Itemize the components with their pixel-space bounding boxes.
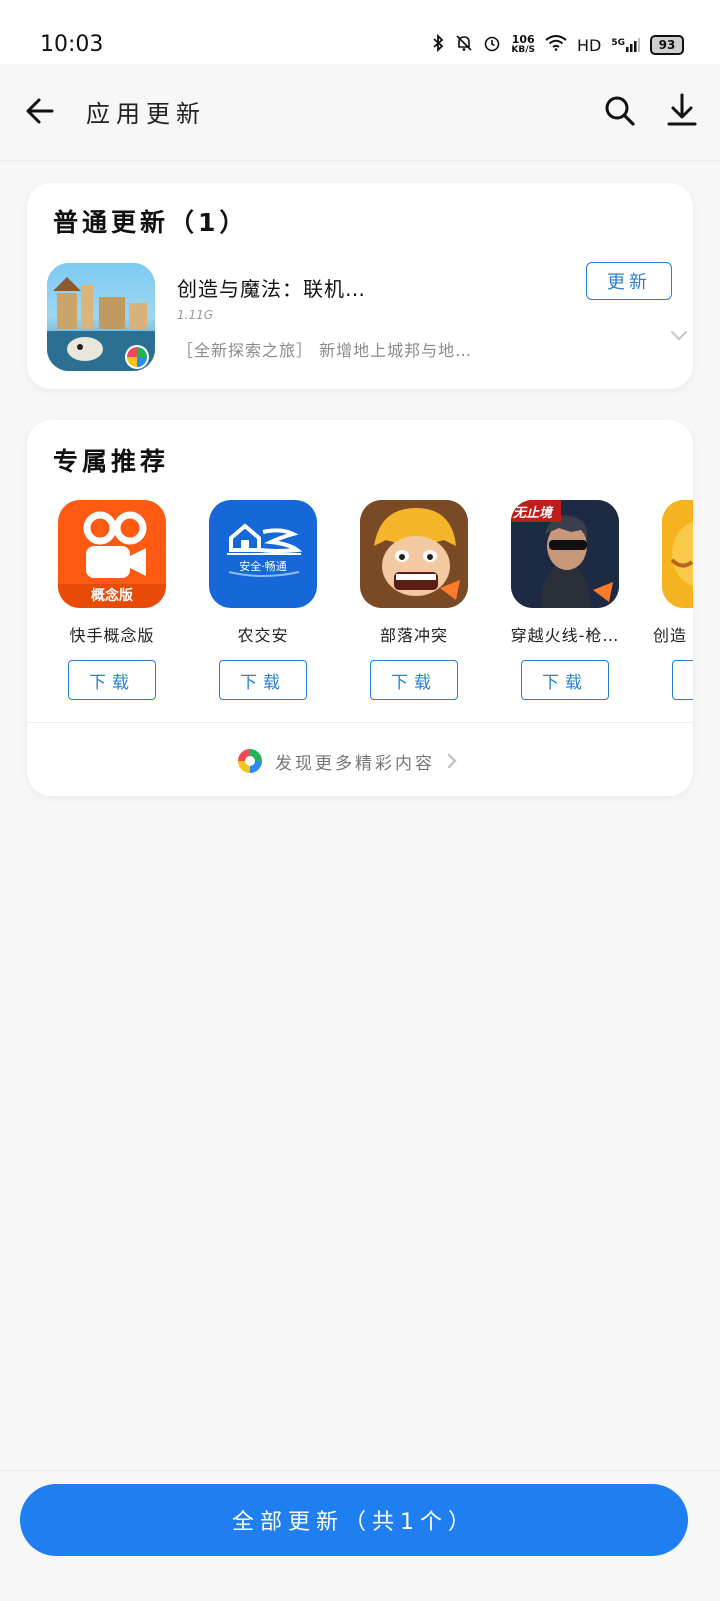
recommend-list[interactable]: 概念版 快手概念版 下载 安全·畅通 农交安 下载 部落冲突 下载 无止境 穿越… <box>27 500 693 700</box>
app-description: ［全新探索之旅］ 新增地上城邦与地… <box>177 341 473 360</box>
updates-card: 普通更新（1） 创造与魔法：联机… 1.11G ［全新探索之旅］ 新增地上城邦与… <box>27 183 693 389</box>
recommend-card: 专属推荐 概念版 快手概念版 下载 安全·畅通 农交安 下载 部落冲突 下载 无… <box>27 420 693 796</box>
status-icons: 106 KB/S HD 5G 93 <box>431 33 684 56</box>
recommend-item-name: 快手概念版 <box>69 626 155 645</box>
bottom-action-bar: 全部更新（共1个） <box>0 1470 720 1601</box>
download-button[interactable]: 下载 <box>370 660 458 700</box>
hd-label: HD <box>576 35 602 55</box>
update-all-button[interactable]: 全部更新（共1个） <box>20 1484 688 1556</box>
icon-badge: 安全·畅通 <box>239 560 287 573</box>
mute-bell-icon <box>455 34 473 56</box>
crossfire-app-icon: 无止境 <box>511 500 619 608</box>
bluetooth-icon <box>431 33 445 56</box>
app-store-logo-icon <box>238 749 262 773</box>
app-name: 创造与魔法：联机… <box>177 277 366 301</box>
app-size: 1.11G <box>177 308 214 322</box>
alarm-icon <box>483 34 501 56</box>
page-title: 应用更新 <box>86 100 206 128</box>
kuaishou-app-icon: 概念版 <box>58 500 166 608</box>
icon-badge: 概念版 <box>91 588 133 604</box>
recommend-item-name: 创造 <box>653 626 688 645</box>
partial-app-icon <box>662 500 693 608</box>
download-manager-button[interactable] <box>666 92 698 128</box>
status-time: 10:03 <box>40 32 104 57</box>
back-button[interactable] <box>24 94 58 128</box>
battery-icon: 93 <box>650 35 684 55</box>
recommend-item-name: 部落冲突 <box>379 626 448 645</box>
search-icon <box>605 96 635 126</box>
arrow-left-icon <box>26 98 54 124</box>
discover-more-label: 发现更多精彩内容 <box>275 753 435 774</box>
updates-section-title: 普通更新（1） <box>53 208 249 237</box>
search-button[interactable] <box>604 94 636 128</box>
chevron-down-icon <box>670 330 688 341</box>
wifi-icon <box>545 35 567 55</box>
download-button[interactable]: 下载 <box>68 660 156 700</box>
download-button[interactable]: 下载 <box>672 660 693 700</box>
update-button[interactable]: 更新 <box>586 262 672 300</box>
recommend-item-name: 农交安 <box>237 626 289 645</box>
status-bar: 10:03 106 KB/S HD 5G 93 <box>0 0 720 64</box>
icon-badge: 无止境 <box>513 506 553 521</box>
download-icon <box>667 93 697 126</box>
app-icon[interactable] <box>47 263 155 371</box>
recommend-section-title: 专属推荐 <box>53 447 170 476</box>
clash-of-clans-app-icon <box>360 500 468 608</box>
divider <box>27 722 693 723</box>
recommend-item-name: 穿越火线-枪… <box>510 626 620 645</box>
signal-icon: 5G <box>611 38 640 52</box>
nongjiaoan-app-icon: 安全·畅通 <box>209 500 317 608</box>
net-speed: 106 KB/S <box>511 33 535 55</box>
discover-more-link[interactable]: 发现更多精彩内容 <box>235 745 459 777</box>
expand-description-button[interactable] <box>667 328 691 344</box>
download-button[interactable]: 下载 <box>219 660 307 700</box>
top-navbar: 应用更新 <box>0 64 720 161</box>
chevron-right-icon <box>447 753 457 769</box>
download-button[interactable]: 下载 <box>521 660 609 700</box>
